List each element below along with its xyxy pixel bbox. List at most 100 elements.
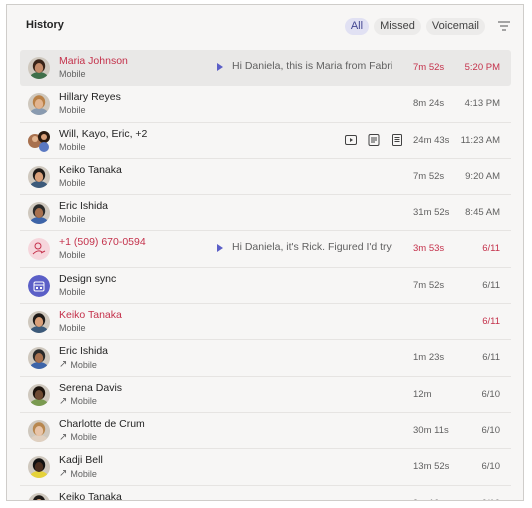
- call-subtitle: Mobile: [59, 287, 86, 297]
- avatar: [28, 57, 50, 79]
- call-line-type: Mobile: [59, 141, 86, 152]
- outgoing-call-icon: ↗: [59, 359, 68, 371]
- caller-name: +1 (509) 670-0594: [59, 236, 146, 249]
- call-subtitle: Mobile: [59, 105, 86, 115]
- call-row[interactable]: Charlotte de Crum ↗ Mobile 30m 11s 6/10: [20, 413, 511, 450]
- call-time: 6/11: [482, 316, 500, 328]
- call-subtitle: ↗ Mobile: [59, 432, 97, 443]
- call-duration: 13m 52s: [413, 461, 450, 473]
- call-row[interactable]: Design sync Mobile 7m 52s 6/11: [20, 268, 511, 305]
- call-actions: [345, 133, 403, 146]
- call-duration: 7m 52s: [413, 170, 445, 182]
- call-duration: 8m 24s: [413, 98, 445, 110]
- filter-all[interactable]: All: [344, 18, 370, 35]
- call-time: 6/11: [482, 279, 500, 291]
- call-line-type: Mobile: [59, 286, 86, 297]
- call-history-panel: History All Missed Voicemail Maria Johns…: [6, 4, 524, 501]
- outgoing-call-icon: ↗: [59, 468, 68, 480]
- filter-missed[interactable]: Missed: [374, 18, 421, 35]
- page-title: History: [26, 19, 64, 31]
- call-subtitle: Mobile: [59, 69, 86, 79]
- call-subtitle: Mobile: [59, 323, 86, 333]
- caller-name: Charlotte de Crum: [59, 417, 145, 430]
- call-row[interactable]: +1 (509) 670-0594 Mobile Hi Daniela, it's …: [20, 231, 511, 268]
- call-duration: 7m 52s: [413, 279, 445, 291]
- caller-name: Hillary Reyes: [59, 91, 121, 104]
- call-line-type: Mobile: [70, 468, 97, 479]
- caller-name: Kadji Bell: [59, 454, 103, 467]
- call-row[interactable]: Keiko Tanaka Mobile 6/11: [20, 304, 511, 341]
- call-time: 6/10: [481, 461, 501, 473]
- call-line-type: Mobile: [70, 432, 97, 443]
- call-time: 6/10: [482, 498, 501, 500]
- call-line-type: Mobile: [70, 359, 97, 370]
- call-time: 5:20 PM: [464, 62, 500, 73]
- avatar: [28, 165, 50, 188]
- caller-name: Design sync: [59, 272, 117, 285]
- call-row[interactable]: Keiko TanakaMobile9m 10s6/10: [20, 486, 511, 501]
- unknown-caller-avatar: [28, 238, 50, 261]
- call-row[interactable]: Keiko Tanaka Mobile 7m 52s 9:20 AM: [20, 159, 511, 196]
- call-row[interactable]: Eric Ishida Mobile 31m 52s 8:45 AM: [20, 195, 511, 232]
- avatar: [28, 347, 50, 370]
- call-subtitle: Mobile: [59, 142, 86, 152]
- call-row[interactable]: Maria Johnson Mobile Hi Daniela, this is M…: [20, 50, 511, 87]
- filter-tabs: All Missed Voicemail: [344, 18, 485, 35]
- call-line-type: Mobile: [59, 105, 86, 116]
- call-row[interactable]: Serena Davis ↗ Mobile 12m 6/10: [20, 377, 511, 413]
- avatar: [28, 383, 50, 406]
- call-time: 6/10: [481, 388, 501, 400]
- call-time: 11:23 AM: [460, 134, 500, 146]
- call-row[interactable]: Kadji Bell ↗ Mobile 13m 52s 6/10: [20, 449, 511, 486]
- call-line-type: Mobile: [59, 69, 86, 79]
- outgoing-call-icon: ↗: [59, 431, 68, 443]
- call-duration: 12m: [413, 388, 432, 400]
- filter-voicemail[interactable]: Voicemail: [425, 18, 485, 35]
- caller-name: Will, Kayo, Eric, +2: [59, 127, 148, 140]
- caller-name: Keiko Tanaka: [59, 490, 122, 501]
- call-duration: 1m 23s: [413, 352, 445, 364]
- call-duration: 31m 52s: [413, 207, 450, 219]
- call-time: 6/11: [482, 352, 500, 364]
- call-line-type: Mobile: [59, 250, 86, 261]
- play-voicemail-icon[interactable]: [217, 63, 223, 71]
- call-subtitle: ↗ Mobile: [59, 468, 97, 479]
- outgoing-call-icon: ↗: [59, 395, 68, 407]
- caller-name: Serena Davis: [59, 381, 123, 394]
- transcript-icon[interactable]: [368, 133, 380, 146]
- filter-icon[interactable]: [497, 20, 511, 32]
- call-row[interactable]: Hillary Reyes Mobile 8m 24s 4:13 PM: [20, 86, 511, 123]
- avatar: [28, 93, 50, 116]
- call-duration: 7m 52s: [413, 62, 445, 73]
- call-duration: 3m 53s: [413, 243, 445, 255]
- caller-name: Keiko Tanaka: [59, 163, 122, 176]
- avatar: [28, 492, 50, 500]
- call-line-type: Mobile: [70, 396, 97, 407]
- call-line-type: Mobile: [59, 177, 86, 188]
- notes-icon[interactable]: [391, 133, 403, 146]
- call-subtitle: Mobile: [59, 214, 86, 224]
- play-voicemail-icon[interactable]: [217, 244, 223, 253]
- caller-name: Eric Ishida: [59, 200, 109, 213]
- avatar: [28, 456, 50, 479]
- call-time: 4:13 PM: [464, 98, 500, 110]
- calendar-icon: [28, 274, 50, 297]
- call-duration: 30m 11s: [413, 424, 449, 436]
- avatar: [28, 202, 50, 225]
- call-row[interactable]: Eric Ishida ↗ Mobile 1m 23s 6/11: [20, 340, 511, 377]
- avatar: [28, 311, 50, 334]
- call-line-type: Mobile: [59, 323, 86, 334]
- call-time: 6/10: [481, 424, 501, 436]
- call-row[interactable]: Will, Kayo, Eric, +2 Mobile 24m 43s 11:23 A…: [20, 123, 511, 159]
- call-line-type: Mobile: [59, 214, 86, 225]
- group-avatar: [28, 130, 50, 152]
- caller-name: Eric Ishida: [59, 345, 109, 358]
- recording-icon[interactable]: [345, 134, 357, 146]
- call-duration: 24m 43s: [413, 134, 450, 146]
- call-subtitle: ↗ Mobile: [59, 396, 97, 407]
- call-time: 8:45 AM: [465, 207, 500, 219]
- call-list: Maria Johnson Mobile Hi Daniela, this is M…: [20, 50, 511, 501]
- history-header: History All Missed Voicemail: [7, 5, 523, 45]
- avatar: [28, 419, 50, 442]
- caller-name: Maria Johnson: [59, 55, 128, 67]
